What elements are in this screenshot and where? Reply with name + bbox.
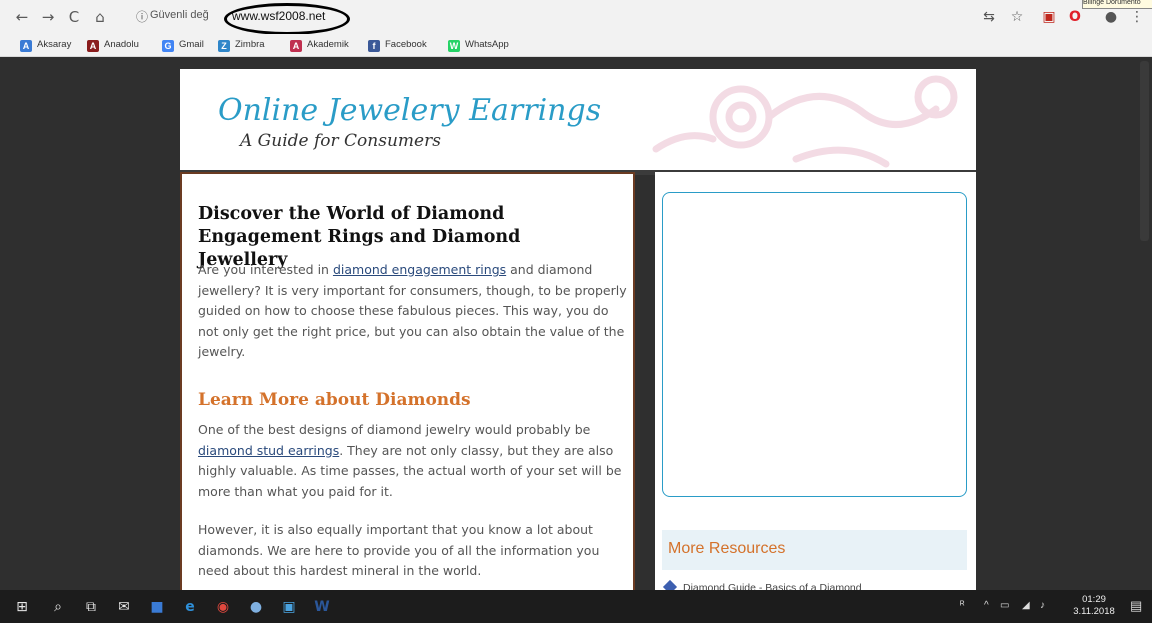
bookmark-whatsapp[interactable]: W WhatsApp: [448, 37, 509, 53]
word-icon[interactable]: W: [311, 596, 333, 618]
search-icon[interactable]: ⌕: [47, 596, 69, 618]
resource-link[interactable]: Diamond Guide - Basics of a Diamond: [662, 579, 862, 590]
bookmark-label: WhatsApp: [465, 39, 509, 50]
ad-box[interactable]: [662, 192, 967, 497]
bookmark-akademik[interactable]: A Akademik: [290, 37, 349, 53]
web-page: Online Jewelery Earrings A Guide for Con…: [0, 57, 1152, 590]
security-label: Güvenli değ: [150, 9, 209, 21]
annotation-circle: [224, 3, 350, 35]
windows-start-icon[interactable]: ⊞: [11, 596, 33, 618]
section-heading: Learn More about Diamonds: [198, 390, 471, 410]
volume-icon[interactable]: ♪: [1040, 600, 1045, 611]
diamonds-paragraph: One of the best designs of diamond jewel…: [198, 422, 622, 499]
bookmark-gmail[interactable]: G Gmail: [162, 37, 204, 53]
diamond-stud-earrings-link[interactable]: diamond stud earrings: [198, 443, 339, 458]
clock-date: 3.11.2018: [1073, 606, 1115, 617]
clock[interactable]: 01:29 3.11.2018: [1066, 594, 1122, 618]
bookmarks-bar: A Aksaray A Anadolu G Gmail Z Zimbra A Akadem…: [0, 34, 1152, 57]
chrome-icon[interactable]: ◉: [212, 596, 234, 618]
app-window-icon[interactable]: ▣: [278, 596, 300, 618]
diamond-engagement-rings-link[interactable]: diamond engagement rings: [333, 262, 506, 277]
bookmark-label: Gmail: [179, 39, 204, 50]
bookmark-facebook[interactable]: f Facebook: [368, 37, 427, 53]
site-title: Online Jewelery Earrings: [218, 93, 602, 128]
forward-icon[interactable]: →: [38, 7, 58, 27]
app-icon[interactable]: ●: [245, 596, 267, 618]
battery-icon[interactable]: ▭: [1000, 600, 1009, 611]
back-icon[interactable]: ←: [12, 7, 32, 27]
more-resources-heading: More Resources: [668, 540, 786, 557]
task-view-icon[interactable]: ⧉: [80, 596, 102, 618]
swirl-decoration-icon: [652, 75, 958, 168]
opera-extension-icon[interactable]: O: [1066, 8, 1084, 26]
bookmark-aksaray[interactable]: A Aksaray: [20, 37, 71, 53]
wifi-icon[interactable]: ◢: [1022, 600, 1030, 611]
bookmark-label: Zimbra: [235, 39, 265, 50]
reload-icon[interactable]: C: [64, 7, 84, 27]
info-icon[interactable]: ⓘ: [136, 8, 148, 25]
intro-paragraph: Are you interested in diamond engagement…: [198, 262, 627, 360]
aksaray-icon: A: [20, 40, 32, 52]
pdf-extension-icon[interactable]: ▣: [1040, 8, 1058, 26]
mail-icon[interactable]: ✉: [113, 596, 135, 618]
main-content: Discover the World of Diamond Engagement…: [180, 172, 635, 590]
scrollbar[interactable]: [1137, 57, 1152, 590]
bookmark-label: Akademik: [307, 39, 349, 50]
bookmark-label: Anadolu: [104, 39, 139, 50]
browser-toolbar: ← → C ⌂ ⓘ Güvenli değ www.wsf2008.net ⇆ …: [0, 0, 1152, 35]
sidebar: More Resources Diamond Guide - Basics of…: [655, 172, 976, 590]
bookmark-zimbra[interactable]: Z Zimbra: [218, 37, 265, 53]
menu-icon[interactable]: ⋮: [1128, 8, 1146, 26]
edge-icon[interactable]: e: [179, 596, 201, 618]
scrollbar-thumb[interactable]: [1140, 61, 1149, 241]
people-icon[interactable]: ᴿ: [960, 600, 965, 611]
facebook-icon: f: [368, 40, 380, 52]
akademik-icon: A: [290, 40, 302, 52]
bookmark-anadolu[interactable]: A Anadolu: [87, 37, 139, 53]
zimbra-icon: Z: [218, 40, 230, 52]
whatsapp-icon: W: [448, 40, 460, 52]
address-bar[interactable]: ⓘ Güvenli değ www.wsf2008.net: [120, 3, 970, 35]
more-resources-box: More Resources: [662, 530, 967, 570]
translate-icon[interactable]: ⇆: [980, 8, 998, 26]
star-icon[interactable]: ☆: [1008, 8, 1026, 26]
bullet-icon: [662, 579, 678, 590]
tooltip: Bilinge Dorumento: [1082, 0, 1152, 9]
profile-icon[interactable]: ●: [1102, 8, 1120, 26]
chevron-up-icon[interactable]: ^: [984, 600, 989, 611]
info-paragraph: However, it is also equally important th…: [198, 522, 600, 579]
store-icon[interactable]: ■: [146, 596, 168, 618]
anadolu-icon: A: [87, 40, 99, 52]
home-icon[interactable]: ⌂: [90, 7, 110, 27]
notifications-icon[interactable]: ▤: [1130, 598, 1142, 614]
site-subtitle: A Guide for Consumers: [240, 131, 441, 151]
gmail-icon: G: [162, 40, 174, 52]
site-header[interactable]: Online Jewelery Earrings A Guide for Con…: [180, 69, 976, 170]
taskbar: ⊞ ⌕ ⧉ ✉ ■ e ◉ ● ▣ W ᴿ ^ ▭ ◢ ♪ 01:29 3.11…: [0, 590, 1152, 623]
bookmark-label: Facebook: [385, 39, 427, 50]
bookmark-label: Aksaray: [37, 39, 72, 50]
clock-time: 01:29: [1082, 594, 1106, 605]
